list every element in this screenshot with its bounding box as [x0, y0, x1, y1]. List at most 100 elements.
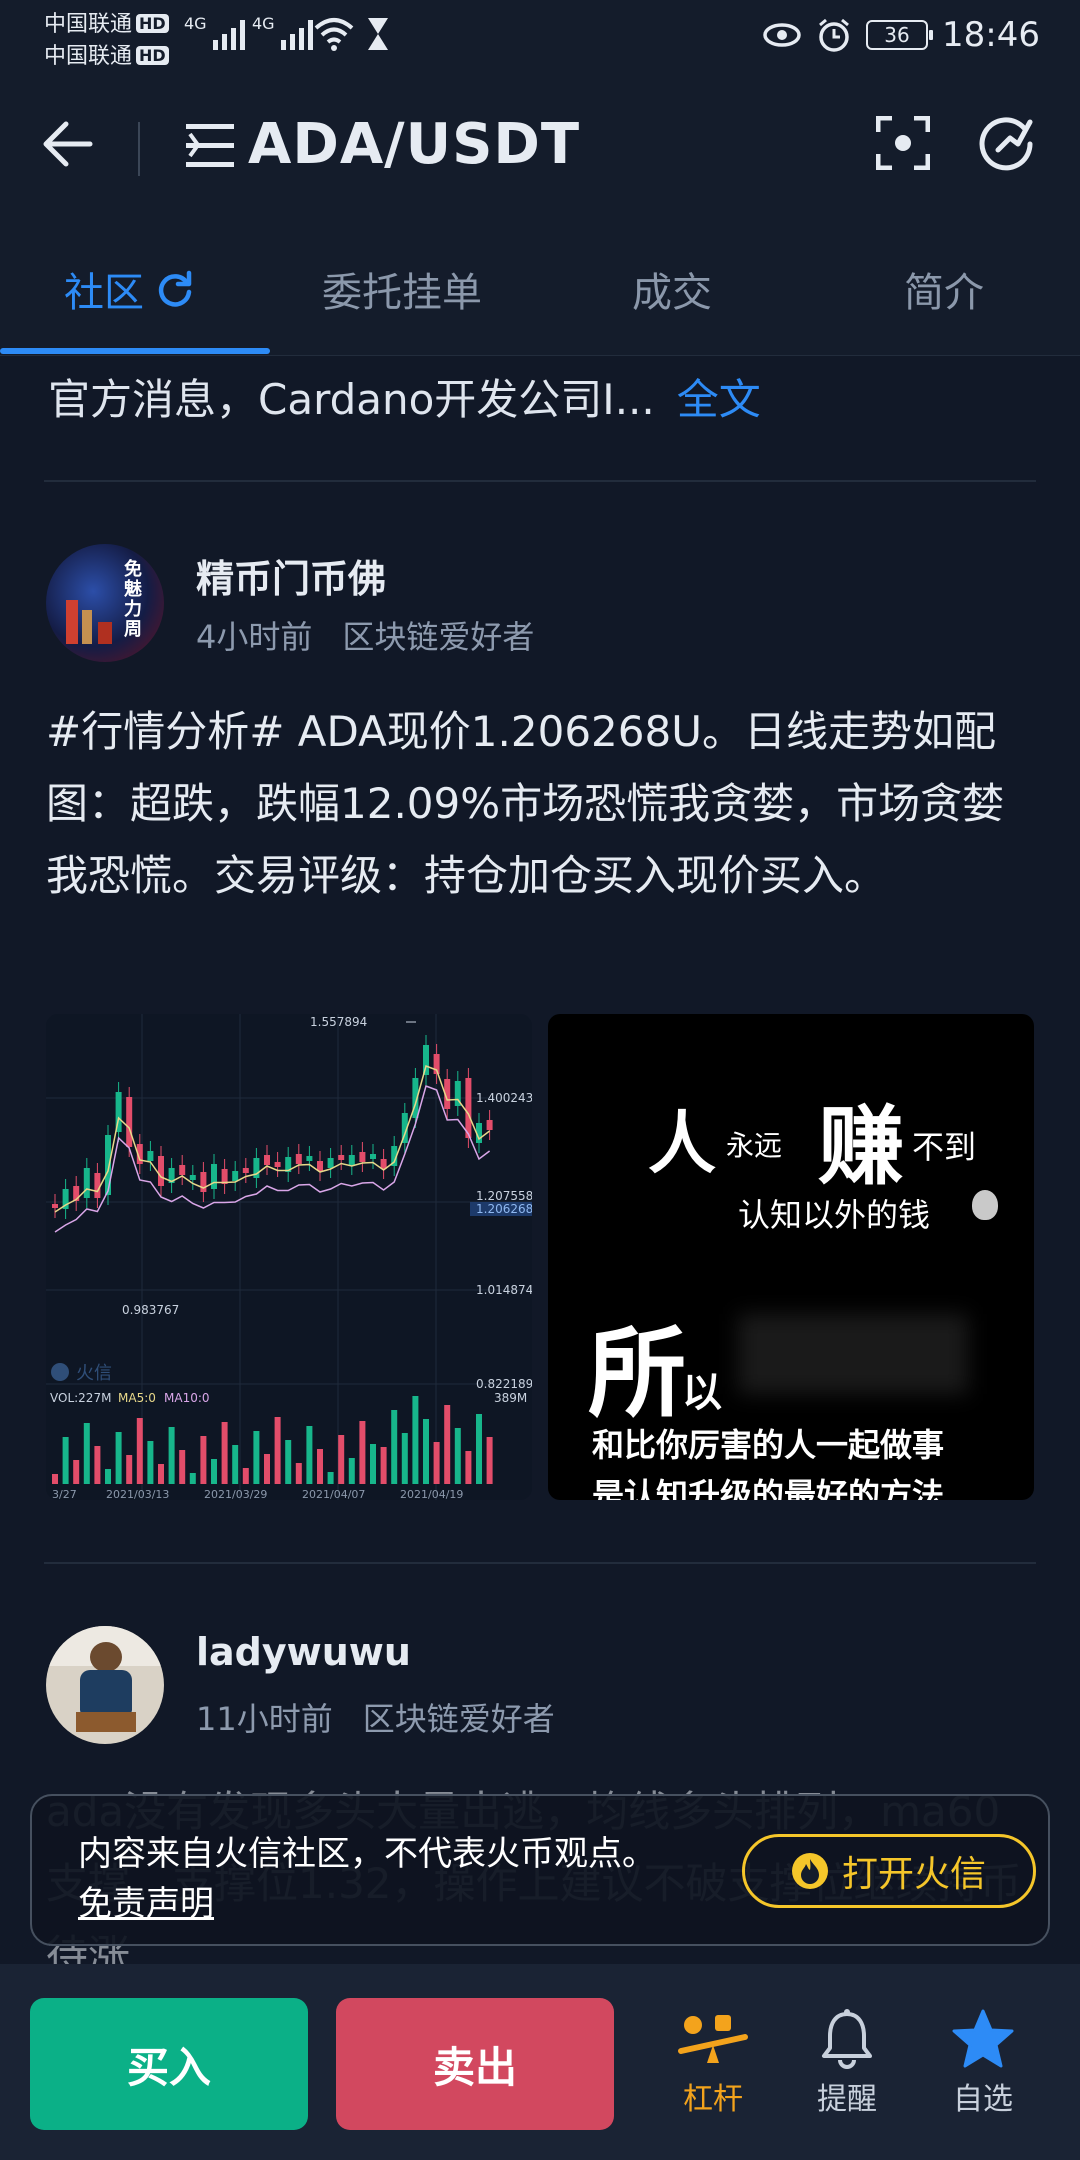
eye-icon: [763, 23, 801, 47]
tab-community[interactable]: 社区: [64, 260, 194, 318]
app-header: ADA/USDT: [0, 72, 1080, 222]
volume-bar: [168, 1427, 175, 1484]
candle-body: [264, 1155, 270, 1165]
post-time: 11小时前: [196, 1700, 333, 1738]
screenshot-scan-icon[interactable]: [876, 116, 930, 170]
volume-bar: [444, 1405, 451, 1484]
pair-title[interactable]: ADA/USDT: [248, 112, 580, 177]
candle-body: [52, 1204, 58, 1208]
watermark-text: 火信: [76, 1363, 112, 1384]
avatar[interactable]: [46, 1626, 164, 1744]
candle-body: [232, 1171, 239, 1181]
volume-bar: [179, 1450, 186, 1484]
post-body[interactable]: #行情分析# ADA现价1.206268U。日线走势如配图：超跌，跌幅12.09…: [46, 696, 1036, 912]
volume-bar: [115, 1432, 122, 1484]
tab-intro[interactable]: 简介: [904, 260, 984, 318]
volume-bar: [94, 1446, 101, 1484]
carrier-2: 中国联通 HD: [44, 38, 169, 70]
refresh-icon[interactable]: [156, 270, 194, 308]
star-icon: [952, 2009, 1014, 2068]
open-huoxin-button[interactable]: 打开火信: [742, 1834, 1036, 1908]
kline-chart: 1.557894 0.983767 1.400243 1.207558 1.20…: [46, 1014, 532, 1500]
author-tag: 区块链爱好者: [342, 618, 535, 656]
x-tick: 3/27: [52, 1488, 77, 1500]
volume-bar: [73, 1460, 80, 1484]
kline-refresh-icon[interactable]: [978, 114, 1036, 172]
candle-body: [370, 1154, 376, 1159]
volume-bar: [476, 1414, 482, 1484]
volume-bar: [147, 1441, 154, 1484]
nav-alerts[interactable]: 提醒: [792, 2004, 902, 2118]
full-text-link[interactable]: 全文: [677, 375, 761, 424]
post-author[interactable]: 精币门币佛: [196, 548, 386, 603]
x-tick: 2021/03/13: [106, 1488, 169, 1500]
avatar-badge-text: 免魅力周: [124, 559, 142, 640]
volume-bar: [423, 1419, 429, 1484]
quote-text: 以: [682, 1370, 722, 1416]
volume-bar: [306, 1426, 313, 1484]
volume-bar: [158, 1464, 164, 1484]
candle-body: [359, 1152, 366, 1162]
quote-text: 是认知升级的最好的方法: [592, 1476, 945, 1500]
clock: 18:46: [942, 15, 1040, 55]
volume-bar: [264, 1454, 270, 1484]
volume-bar: [232, 1445, 239, 1484]
volume-bar: [370, 1444, 376, 1484]
volume-bar: [274, 1417, 281, 1484]
y-tick: 0.822189: [476, 1377, 532, 1391]
post-image-kline-chart[interactable]: 1.557894 0.983767 1.400243 1.207558 1.20…: [46, 1014, 532, 1500]
volume-bar: [486, 1437, 493, 1484]
quote-text: 所: [588, 1317, 687, 1431]
tab-trades[interactable]: 成交: [632, 260, 712, 318]
candle-body: [486, 1120, 493, 1130]
ma5-label: MA5:0: [118, 1391, 156, 1405]
quote-text: 永远: [726, 1129, 783, 1162]
carrier-1: 中国联通 HD: [44, 6, 169, 38]
candle-body: [348, 1155, 355, 1165]
signal-icon-2: 4G: [252, 14, 313, 50]
disclaimer-link[interactable]: 免责声明: [78, 1876, 214, 1925]
divider: [44, 480, 1036, 482]
volume-bar: [380, 1447, 387, 1484]
y-tick: 1.207558: [476, 1189, 532, 1203]
volume-bar: [338, 1435, 345, 1484]
pair-list-icon[interactable]: [184, 122, 236, 170]
low-label: 0.983767: [122, 1303, 179, 1317]
news-item[interactable]: 官方消息，Cardano开发公司I... 全文: [48, 366, 761, 427]
volume-bar: [200, 1436, 207, 1484]
x-tick: 2021/04/19: [400, 1488, 463, 1500]
post-image-quote[interactable]: 人 永远 赚 不到 认知以外的钱 所 以 和比你厉害的人一起做事 是认知升级的最…: [548, 1014, 1034, 1500]
nav-leverage[interactable]: 杠杆: [658, 2004, 768, 2118]
volume-bar: [433, 1442, 440, 1484]
candle-body: [306, 1156, 313, 1161]
post-author[interactable]: ladywuwu: [196, 1630, 411, 1674]
active-tab-indicator: [0, 348, 270, 354]
volume-bar: [221, 1422, 228, 1484]
tab-orders[interactable]: 委托挂单: [322, 260, 482, 318]
sell-button[interactable]: 卖出: [336, 1998, 614, 2130]
volume-bar: [126, 1455, 133, 1484]
quote-text: 不到: [912, 1128, 977, 1166]
vol-label: VOL:227M: [50, 1391, 111, 1405]
volume-bar: [454, 1428, 461, 1484]
volume-bar: [295, 1463, 302, 1484]
y-tick: 1.206268: [476, 1202, 532, 1216]
vol-max-label: 389M: [494, 1391, 527, 1405]
x-tick: 2021/04/07: [302, 1488, 365, 1500]
status-bar: 中国联通 HD 中国联通 HD 4G 4G 36 18:46: [0, 0, 1080, 72]
candle-body: [242, 1168, 249, 1173]
bell-icon: [822, 2009, 872, 2069]
post-meta: 4小时前 区块链爱好者: [196, 612, 534, 658]
candle-body: [338, 1155, 345, 1160]
back-arrow-icon[interactable]: [38, 114, 98, 174]
candle-body: [94, 1173, 101, 1198]
quote-text: 和比你厉害的人一起做事: [592, 1426, 945, 1464]
avatar[interactable]: 免魅力周: [46, 544, 164, 662]
candle-body: [317, 1161, 323, 1171]
hourglass-icon: [368, 18, 388, 50]
ma10-label: MA10:0: [164, 1391, 210, 1405]
candle-body: [295, 1154, 302, 1164]
volume-bar: [242, 1468, 249, 1484]
buy-button[interactable]: 买入: [30, 1998, 308, 2130]
nav-watchlist[interactable]: 自选: [928, 2004, 1038, 2118]
